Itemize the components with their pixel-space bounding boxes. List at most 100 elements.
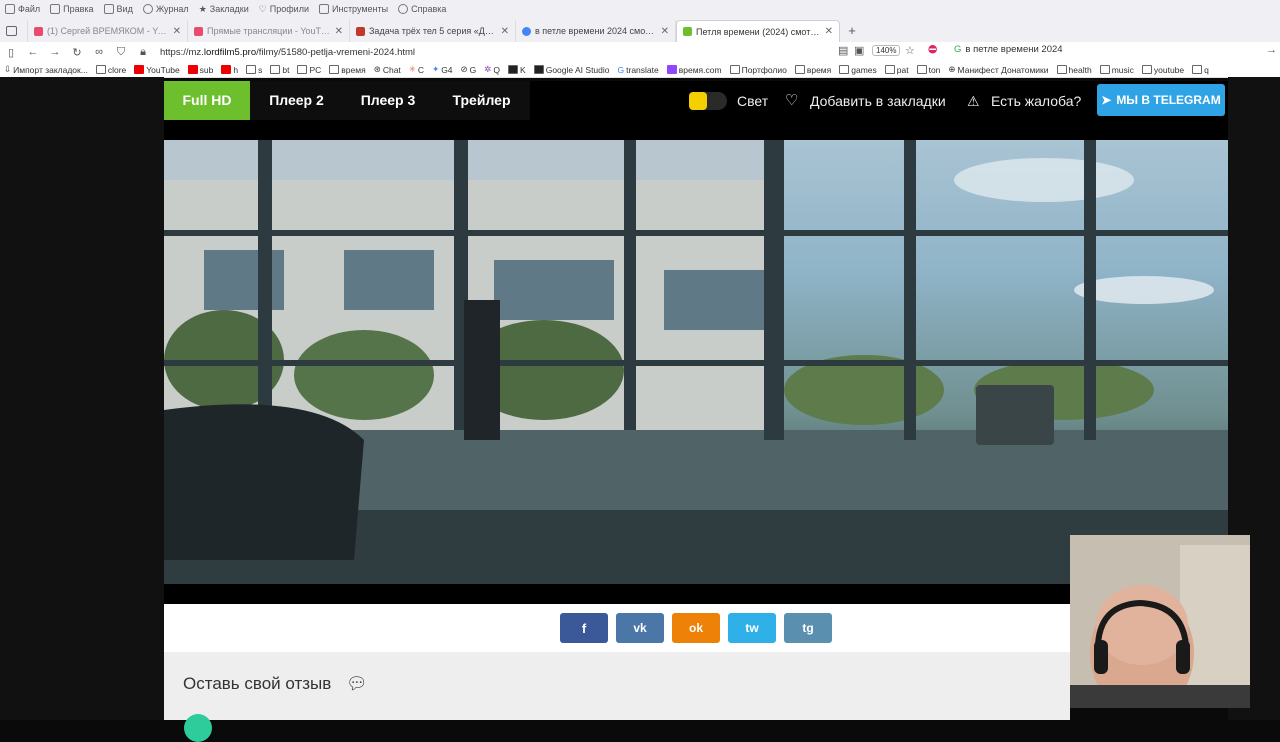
bookmark-item[interactable]: q bbox=[1188, 65, 1213, 75]
tab-overview-button[interactable] bbox=[0, 20, 28, 42]
video-frame bbox=[164, 140, 1228, 584]
google-icon bbox=[522, 26, 531, 36]
forward-icon[interactable]: → bbox=[44, 46, 66, 58]
browser-tab-3[interactable]: в петле времени 2024 смотреть ✕ bbox=[516, 20, 676, 42]
new-tab-button[interactable]: + bbox=[840, 20, 864, 42]
bookmark-item[interactable]: K bbox=[504, 65, 530, 75]
folder-icon bbox=[329, 65, 340, 74]
warning-icon[interactable]: ⚠ bbox=[967, 81, 980, 121]
share-vk-button[interactable]: vk bbox=[616, 613, 664, 643]
close-icon[interactable]: ✕ bbox=[501, 26, 509, 37]
browser-tab-4[interactable]: Петля времени (2024) смотреть ✕ bbox=[676, 20, 840, 42]
close-icon[interactable]: ✕ bbox=[173, 26, 181, 37]
menu-bookmarks[interactable]: ★ Закладки bbox=[194, 4, 254, 15]
grok-icon: ⊘ bbox=[460, 64, 468, 74]
bookmark-item[interactable]: Портфолио bbox=[726, 65, 791, 75]
share-twitter-button[interactable]: tw bbox=[728, 613, 776, 643]
light-label[interactable]: Свет bbox=[737, 81, 768, 121]
folder-icon bbox=[1056, 65, 1067, 74]
close-icon[interactable]: ✕ bbox=[661, 26, 669, 37]
complaint-link[interactable]: Есть жалоба? bbox=[991, 81, 1081, 121]
bookmark-item[interactable]: Gtranslate bbox=[614, 65, 663, 75]
star-icon: ★ bbox=[198, 3, 207, 14]
tab-player-2[interactable]: Плеер 2 bbox=[250, 81, 343, 120]
bookmark-item[interactable]: время.com bbox=[663, 65, 726, 75]
bookmark-item[interactable]: h bbox=[217, 65, 242, 75]
bookmark-item[interactable]: ⊛ Chat bbox=[370, 64, 405, 75]
k-icon bbox=[508, 65, 519, 74]
zoom-indicator[interactable]: 140% bbox=[872, 45, 901, 56]
youtube-icon bbox=[221, 65, 232, 74]
screenshot-icon[interactable]: ▣ bbox=[854, 44, 864, 57]
reader-icon[interactable]: ▤ bbox=[838, 44, 848, 57]
bookmark-item[interactable]: pat bbox=[881, 65, 913, 75]
bookmark-item[interactable]: clore bbox=[92, 65, 130, 75]
avatar bbox=[184, 714, 212, 742]
bookmark-item[interactable]: ✳ C bbox=[405, 64, 428, 75]
bookmark-item[interactable]: YouTube bbox=[130, 65, 183, 75]
bookmark-item[interactable]: ✲ Q bbox=[480, 64, 504, 75]
folder-icon bbox=[839, 65, 850, 74]
ai-studio-icon bbox=[533, 65, 544, 74]
search-go-icon[interactable]: → bbox=[1266, 44, 1277, 56]
bookmark-item[interactable]: ⊕ Манифест Донатомики bbox=[944, 64, 1052, 75]
shield-icon[interactable]: ⛉ bbox=[110, 46, 132, 59]
browser-tab-0[interactable]: (1) Сергей ВРЕМЯКОМ - YouTube✕ bbox=[28, 20, 188, 42]
bookmark-star-icon[interactable]: ☆ bbox=[905, 44, 915, 57]
browser-tab-1[interactable]: Прямые трансляции - YouTube ✕ bbox=[188, 20, 350, 42]
bookmark-item[interactable]: ⊘ G bbox=[457, 64, 481, 75]
folder-icon bbox=[95, 65, 106, 74]
menu-tools[interactable]: Инструменты bbox=[314, 4, 393, 14]
airport-scene-illustration bbox=[164, 140, 1228, 584]
menu-profiles[interactable]: ♡ Профили bbox=[254, 4, 314, 15]
share-facebook-button[interactable]: f bbox=[560, 613, 608, 643]
bookmark-item[interactable]: bt bbox=[266, 65, 293, 75]
bookmark-item[interactable]: games bbox=[835, 65, 881, 75]
odnoklassniki-icon: ok bbox=[688, 621, 703, 635]
menu-history[interactable]: Журнал bbox=[138, 4, 194, 14]
bookmark-item[interactable]: health bbox=[1053, 65, 1096, 75]
video-player[interactable] bbox=[164, 121, 1228, 604]
browser-tab-2[interactable]: Задача трёх тел 5 серия «День», НОВ✕ bbox=[350, 20, 516, 42]
vk-icon: vk bbox=[633, 621, 647, 635]
tab-overview-icon bbox=[6, 26, 17, 36]
telegram-button[interactable]: ➤ МЫ В TELEGRAM bbox=[1097, 84, 1225, 116]
youtube-icon bbox=[34, 26, 43, 36]
menu-file[interactable]: Файл bbox=[0, 4, 45, 14]
menu-edit[interactable]: Правка bbox=[45, 4, 98, 14]
tab-player-3[interactable]: Плеер 3 bbox=[343, 81, 433, 120]
bookmark-item[interactable]: sub bbox=[184, 65, 218, 75]
url-field[interactable]: https://mz.lordfilm5.pro/filmy/51580-pet… bbox=[160, 47, 415, 58]
bookmark-item[interactable]: s bbox=[242, 65, 266, 75]
heart-icon[interactable]: ♡ bbox=[785, 81, 798, 121]
light-toggle[interactable] bbox=[689, 92, 727, 110]
bookmark-item[interactable]: ✦ G4 bbox=[428, 64, 456, 75]
telegram-icon: tg bbox=[802, 621, 814, 635]
search-field[interactable]: Gв петле времени 2024 bbox=[954, 44, 1063, 55]
share-telegram-button[interactable]: tg bbox=[784, 613, 832, 643]
twitter-icon: tw bbox=[745, 621, 759, 635]
bookmark-item[interactable]: youtube bbox=[1138, 65, 1188, 75]
bookmark-item[interactable]: время bbox=[325, 65, 369, 75]
bookmark-item[interactable]: ⇩ Импорт закладок... bbox=[0, 64, 92, 75]
block-icon[interactable]: ⛔︎ bbox=[928, 44, 937, 57]
bookmark-item[interactable]: Google AI Studio bbox=[530, 65, 614, 75]
back-icon[interactable]: ← bbox=[22, 46, 44, 58]
add-bookmark-link[interactable]: Добавить в закладки bbox=[810, 81, 946, 121]
bookmark-item[interactable]: ton bbox=[913, 65, 945, 75]
bookmark-item[interactable]: PC bbox=[293, 65, 325, 75]
menu-help[interactable]: Справка bbox=[393, 4, 451, 14]
sidebar-icon[interactable]: ▯ bbox=[0, 46, 22, 59]
close-icon[interactable]: ✕ bbox=[825, 26, 833, 37]
bookmark-item[interactable]: время bbox=[791, 65, 835, 75]
reload-icon[interactable]: ↻ bbox=[66, 46, 88, 59]
share-ok-button[interactable]: ok bbox=[672, 613, 720, 643]
navigation-bar: ▯ ← → ↻ ∞ ⛉ 🔒︎ https://mz.lordfilm5.pro/… bbox=[0, 42, 1280, 62]
private-icon[interactable]: ∞ bbox=[88, 46, 110, 58]
bookmark-item[interactable]: music bbox=[1096, 65, 1138, 75]
close-icon[interactable]: ✕ bbox=[335, 26, 343, 37]
menu-view[interactable]: Вид bbox=[99, 4, 138, 14]
view-icon bbox=[103, 4, 114, 14]
tab-full-hd[interactable]: Full HD bbox=[164, 81, 250, 120]
tab-trailer[interactable]: Трейлер bbox=[433, 81, 530, 120]
